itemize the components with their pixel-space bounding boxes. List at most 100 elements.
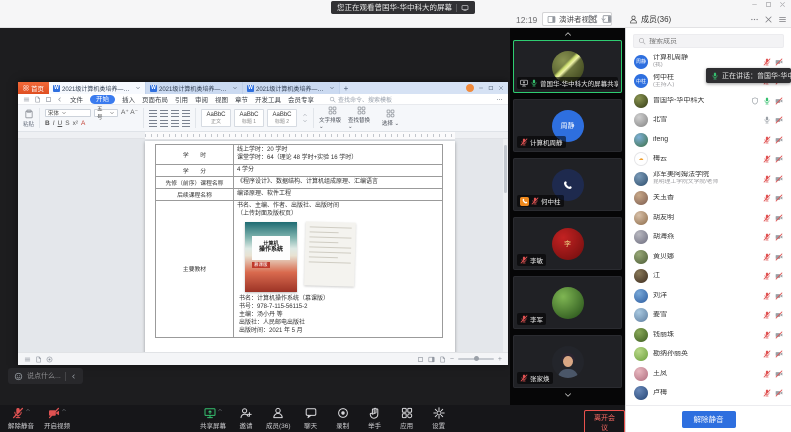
member-row[interactable]: 邓军美阿姆法学院昆明理工学院文学院/老师: [626, 169, 791, 189]
toolbar-hand[interactable]: 举手: [363, 407, 387, 430]
mic-off-icon[interactable]: [520, 315, 528, 323]
camera-off-icon[interactable]: [775, 233, 783, 241]
mic-off-icon[interactable]: [763, 214, 771, 222]
record-icon: [337, 407, 349, 419]
mic-idle-icon[interactable]: [763, 116, 771, 124]
wps-style-chip: AaBbC标题 1: [234, 109, 264, 127]
chevron-up-icon[interactable]: [217, 407, 223, 413]
toolbar-mic-off[interactable]: 解除静音: [8, 407, 34, 430]
screenshare-icon: [520, 79, 528, 87]
toolbar-chat[interactable]: 聊天: [299, 407, 323, 430]
camera-off-icon[interactable]: [775, 97, 783, 105]
camera-off-icon[interactable]: [775, 389, 783, 397]
picture-in-picture-icon[interactable]: [461, 4, 469, 12]
member-row[interactable]: 勘纳孙丽英: [626, 345, 791, 365]
camera-off-icon[interactable]: [775, 331, 783, 339]
video-tile[interactable]: 曾国华-华中科大的屏幕共享: [513, 40, 622, 93]
emoji-icon[interactable]: [14, 372, 23, 381]
toolbar-invite[interactable]: 邀请: [234, 407, 258, 430]
member-row[interactable]: 姜雪: [626, 306, 791, 326]
mic-off-icon[interactable]: [763, 331, 771, 339]
member-row[interactable]: 刘洋: [626, 286, 791, 306]
camera-off-icon[interactable]: [775, 292, 783, 300]
mic-off-icon[interactable]: [531, 197, 539, 205]
member-search-box[interactable]: [633, 34, 784, 48]
toolbar-apps[interactable]: 应用: [395, 407, 419, 430]
close-icon[interactable]: [779, 1, 786, 8]
minimize-icon[interactable]: [751, 1, 758, 8]
mic-off-icon[interactable]: [520, 138, 528, 146]
mic-off-icon[interactable]: [763, 155, 771, 163]
toolbar-screenshare[interactable]: 共享屏幕: [200, 407, 226, 430]
mic-off-icon[interactable]: [763, 292, 771, 300]
window-controls: [751, 1, 786, 8]
member-row[interactable]: 江: [626, 267, 791, 287]
video-tile[interactable]: 张家焕: [513, 335, 622, 388]
video-tile[interactable]: 何中柱: [513, 158, 622, 211]
member-search-input[interactable]: [649, 38, 759, 45]
mic-off-icon[interactable]: [520, 256, 528, 264]
mic-off-icon[interactable]: [763, 194, 771, 202]
toolbar-cam-off[interactable]: 开启视频: [44, 407, 70, 430]
member-row[interactable]: 关玉香: [626, 189, 791, 209]
mic-on-icon[interactable]: [530, 79, 538, 87]
close-panel-icon[interactable]: [764, 15, 773, 24]
leave-meeting-button[interactable]: 离开会议: [584, 410, 625, 432]
toolbar-gear[interactable]: 设置: [427, 407, 451, 430]
toolbar-record[interactable]: 录制: [331, 407, 355, 430]
member-row[interactable]: ☁梅云: [626, 150, 791, 170]
camera-off-icon[interactable]: [775, 272, 783, 280]
chevron-up-icon[interactable]: [25, 407, 31, 413]
toolbar-label: 解除静音: [8, 420, 34, 430]
video-tile[interactable]: 李军: [513, 276, 622, 329]
mic-off-icon[interactable]: [763, 233, 771, 241]
member-row[interactable]: ifeng: [626, 130, 791, 150]
camera-off-icon[interactable]: [775, 136, 783, 144]
video-tile[interactable]: 李李敏: [513, 217, 622, 270]
mic-off-icon[interactable]: [763, 253, 771, 261]
mic-off-icon[interactable]: [520, 374, 528, 382]
video-tile[interactable]: 周静计算机周静: [513, 99, 622, 152]
mic-off-icon[interactable]: [763, 350, 771, 358]
scroll-up-chevron-icon[interactable]: [563, 29, 573, 39]
mic-off-icon[interactable]: [763, 389, 771, 397]
member-name: ifeng: [653, 136, 758, 144]
toolbar-member[interactable]: 成员(36): [266, 407, 291, 430]
mic-off-icon[interactable]: [763, 136, 771, 144]
camera-off-icon[interactable]: [775, 350, 783, 358]
camera-off-icon[interactable]: [775, 194, 783, 202]
member-row[interactable]: 黄贝娜: [626, 247, 791, 267]
member-row[interactable]: 卢梅: [626, 384, 791, 404]
scroll-down-chevron-icon[interactable]: [563, 390, 573, 400]
member-row[interactable]: 曾国华-华中科大: [626, 91, 791, 111]
mic-off-icon[interactable]: [763, 272, 771, 280]
camera-off-icon[interactable]: [775, 58, 783, 66]
panel-layout-icon[interactable]: [601, 13, 613, 25]
mic-off-icon[interactable]: [763, 311, 771, 319]
camera-off-icon[interactable]: [775, 214, 783, 222]
mic-off-icon[interactable]: [763, 175, 771, 183]
chevron-left-icon[interactable]: [70, 373, 77, 380]
hamburger-menu-icon[interactable]: [778, 15, 787, 24]
camera-off-icon[interactable]: [775, 370, 783, 378]
fullscreen-icon[interactable]: [587, 13, 599, 25]
camera-off-icon[interactable]: [775, 175, 783, 183]
mic-on-icon[interactable]: [763, 97, 771, 105]
chevron-up-icon[interactable]: [61, 407, 67, 413]
camera-off-icon[interactable]: [775, 311, 783, 319]
member-row[interactable]: 胡友明: [626, 208, 791, 228]
quick-chat-bar[interactable]: 说点什么...: [8, 368, 83, 384]
camera-off-icon[interactable]: [775, 116, 783, 124]
maximize-icon[interactable]: [765, 1, 772, 8]
member-row[interactable]: 王凤: [626, 364, 791, 384]
member-row[interactable]: 钱丽珠: [626, 325, 791, 345]
unmute-button[interactable]: 解除静音: [682, 411, 736, 428]
member-row[interactable]: 胡海燕: [626, 228, 791, 248]
member-row[interactable]: 北雪: [626, 111, 791, 131]
more-icon[interactable]: [750, 15, 759, 24]
mic-off-icon[interactable]: [763, 58, 771, 66]
member-name: 钱丽珠: [653, 331, 758, 339]
camera-off-icon[interactable]: [775, 155, 783, 163]
camera-off-icon[interactable]: [775, 253, 783, 261]
mic-off-icon[interactable]: [763, 370, 771, 378]
